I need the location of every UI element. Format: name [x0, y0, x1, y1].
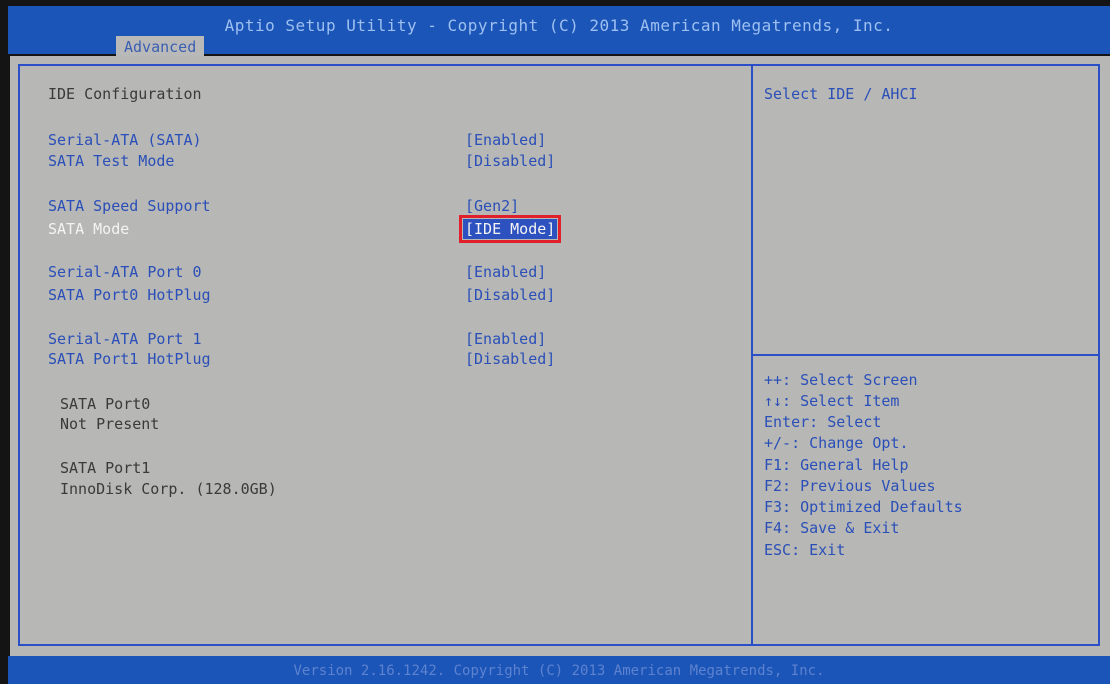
setting-value-port0-hotplug[interactable]: [Disabled] — [465, 285, 555, 305]
port0-name: SATA Port0 — [60, 395, 151, 413]
section-title: IDE Configuration — [48, 85, 202, 103]
setting-label-sata-test-mode[interactable]: SATA Test Mode — [48, 151, 174, 171]
help-key-f3: F3: Optimized Defaults — [764, 498, 963, 516]
setting-label-sata-mode[interactable]: SATA Mode — [48, 219, 129, 239]
utility-title: Aptio Setup Utility - Copyright (C) 2013… — [224, 16, 894, 35]
setting-value-sata-speed[interactable]: [Gen2] — [465, 196, 519, 216]
port0-device: Not Present — [60, 415, 160, 433]
help-key-select-item: ↑↓: Select Item — [764, 392, 900, 410]
main-panel: IDE Configuration Serial-ATA (SATA) [Ena… — [10, 56, 1110, 656]
help-key-f4: F4: Save & Exit — [764, 519, 900, 537]
version-text: Version 2.16.1242. Copyright (C) 2013 Am… — [293, 663, 825, 679]
help-key-change-opt: +/-: Change Opt. — [764, 434, 909, 452]
setting-value-sata[interactable]: [Enabled] — [465, 130, 546, 150]
setting-value-sata-port1[interactable]: [Enabled] — [465, 329, 546, 349]
help-key-select-screen: ++: Select Screen — [764, 371, 918, 389]
port1-device: InnoDisk Corp. (128.0GB) — [60, 480, 277, 498]
bios-screen: Aptio Setup Utility - Copyright (C) 2013… — [0, 0, 1110, 684]
setting-value-sata-port0[interactable]: [Enabled] — [465, 262, 546, 282]
header-bar: Aptio Setup Utility - Copyright (C) 2013… — [8, 6, 1110, 58]
footer-bar: Version 2.16.1242. Copyright (C) 2013 Am… — [8, 656, 1110, 684]
help-key-f1: F1: General Help — [764, 456, 909, 474]
tab-advanced[interactable]: Advanced — [116, 36, 205, 58]
setting-label-port1-hotplug[interactable]: SATA Port1 HotPlug — [48, 349, 211, 369]
help-key-esc: ESC: Exit — [764, 541, 846, 559]
help-key-f2: F2: Previous Values — [764, 477, 936, 495]
setting-label-sata[interactable]: Serial-ATA (SATA) — [48, 130, 202, 150]
help-divider — [751, 354, 1100, 356]
setting-label-sata-speed[interactable]: SATA Speed Support — [48, 196, 211, 216]
setting-value-sata-mode[interactable]: [IDE Mode] — [458, 215, 562, 243]
setting-value-sata-test-mode[interactable]: [Disabled] — [465, 151, 555, 171]
help-description: Select IDE / AHCI — [764, 85, 918, 103]
setting-label-port0-hotplug[interactable]: SATA Port0 HotPlug — [48, 285, 211, 305]
setting-label-sata-port1[interactable]: Serial-ATA Port 1 — [48, 329, 202, 349]
port1-name: SATA Port1 — [60, 459, 151, 477]
setting-value-port1-hotplug[interactable]: [Disabled] — [465, 349, 555, 369]
setting-label-sata-port0[interactable]: Serial-ATA Port 0 — [48, 262, 202, 282]
help-key-enter: Enter: Select — [764, 413, 882, 431]
